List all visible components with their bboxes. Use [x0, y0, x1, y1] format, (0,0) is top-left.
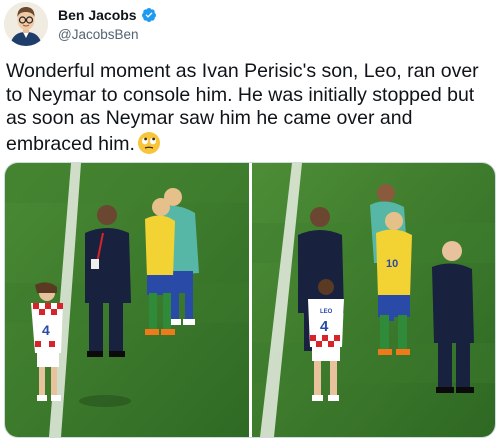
football-pitch-photo-1: 4: [5, 163, 249, 437]
child-shirt-number: 4: [42, 322, 50, 338]
photo-1[interactable]: 4: [5, 163, 249, 437]
neymar-shirt-number: 10: [386, 258, 398, 270]
tweet-text: Wonderful moment as Ivan Perisic's son, …: [6, 60, 496, 156]
author-display-name[interactable]: Ben Jacobs: [58, 7, 137, 23]
author-avatar[interactable]: [4, 2, 48, 46]
author-block: Ben Jacobs @JacobsBen: [58, 6, 157, 42]
person-avatar-icon: [4, 2, 48, 46]
tweet-card: Ben Jacobs @JacobsBen Wonderful moment a…: [0, 0, 500, 440]
child-shirt-name: LEO: [320, 309, 333, 315]
football-pitch-photo-2: 10 LEO 4: [251, 163, 495, 437]
verified-badge-icon: [141, 8, 156, 22]
photo-2[interactable]: 10 LEO 4: [251, 163, 495, 437]
tweet-body: Wonderful moment as Ivan Perisic's son, …: [6, 60, 479, 155]
author-handle[interactable]: @JacobsBen: [58, 27, 157, 42]
child-shirt-number-2: 4: [320, 318, 329, 335]
face-with-rolling-eyes-emoji-icon: [137, 131, 160, 154]
tweet-media[interactable]: 4 10 LEO 4: [4, 162, 496, 438]
